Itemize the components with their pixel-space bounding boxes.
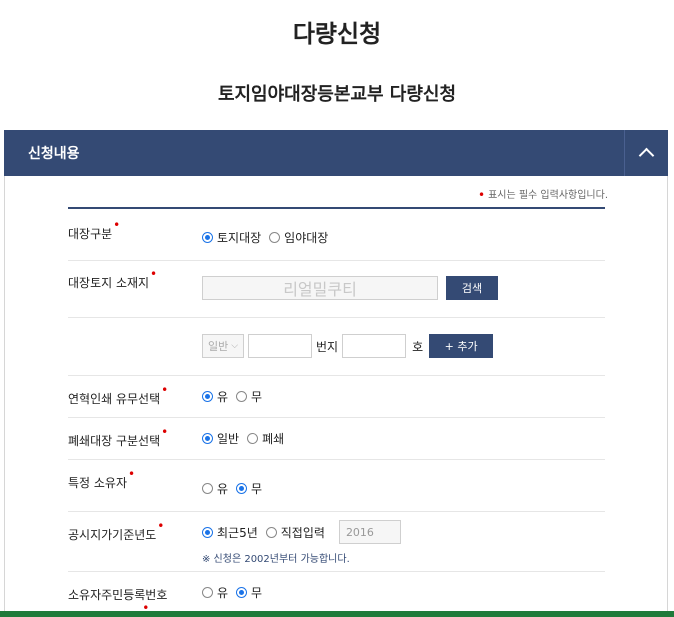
lot-type-select[interactable]: 일반 ⌵ — [202, 334, 244, 358]
radio-checked-icon — [236, 587, 248, 598]
location-input[interactable]: 리얼밀쿠티 — [202, 276, 438, 300]
label-ledger-type: 대장구분 • — [68, 218, 121, 241]
radio-option-no[interactable]: 무 — [236, 480, 262, 497]
radio-option-yes[interactable]: 유 — [202, 480, 228, 497]
radio-checked-icon — [202, 526, 213, 538]
chevron-down-icon: ⌵ — [231, 341, 239, 351]
year-hint: ※ 신청은 2002년부터 가능합니다. — [202, 554, 350, 565]
lot-number-label: 번지 — [316, 339, 339, 354]
chevron-up-icon — [638, 147, 655, 164]
add-button[interactable]: + 추가 — [429, 334, 494, 358]
page-subtitle: 토지임야대장등본교부 다량신청 — [217, 84, 457, 105]
owner-rrn-options: 유 무 — [202, 584, 270, 601]
panel-header: 신청내용 — [4, 130, 668, 176]
history-print-options: 유 무 — [202, 388, 270, 405]
radio-checked-icon — [202, 232, 213, 243]
radio-option-no[interactable]: 무 — [236, 584, 262, 601]
row-specific-owner: 특정 소유자 • 유 무 — [68, 460, 605, 512]
label-land-price-year: 공시지가기준년도 • — [68, 519, 165, 542]
radio-option-no[interactable]: 무 — [236, 388, 262, 405]
lot-controls: 일반 ⌵ 번지 호 + 추가 — [202, 334, 494, 358]
radio-option-forest[interactable]: 임야대장 — [269, 229, 328, 246]
required-dot-icon: • — [477, 188, 486, 202]
panel-title: 신청내용 — [28, 146, 80, 162]
location-controls: 리얼밀쿠티 검색 — [202, 276, 498, 300]
row-lot-number: 일반 ⌵ 번지 호 + 추가 — [68, 318, 605, 376]
radio-checked-icon — [202, 433, 213, 444]
radio-unchecked-icon — [247, 433, 259, 444]
radio-option-recent5[interactable]: 최근5년 — [202, 524, 258, 541]
main-lot-input[interactable] — [248, 334, 312, 358]
page-title: 다량신청 — [292, 20, 382, 48]
closed-ledger-options: 일반 폐쇄 — [202, 430, 292, 447]
radio-checked-icon — [236, 483, 248, 494]
ledger-type-options: 토지대장 임야대장 — [202, 229, 336, 246]
collapse-toggle[interactable] — [624, 130, 668, 176]
required-note: • 표시는 필수 입력사항입니다. — [477, 188, 608, 202]
land-price-year-options: 최근5년 직접입력 2016 — [202, 520, 401, 544]
radio-option-normal[interactable]: 일반 — [202, 430, 239, 447]
sub-lot-input[interactable] — [342, 334, 407, 358]
label-location: 대장토지 소재지 • — [68, 267, 158, 290]
label-closed-ledger: 폐쇄대장 구분선택 • — [68, 425, 169, 448]
year-input[interactable]: 2016 — [338, 520, 401, 544]
radio-option-direct[interactable]: 직접입력 — [265, 524, 325, 541]
row-location: 대장토지 소재지 • 리얼밀쿠티 검색 — [68, 261, 605, 318]
ho-label: 호 — [412, 339, 424, 354]
row-closed-ledger: 폐쇄대장 구분선택 • 일반 폐쇄 — [68, 418, 605, 460]
row-ledger-type: 대장구분 • 토지대장 임야대장 — [68, 209, 605, 261]
radio-option-land[interactable]: 토지대장 — [202, 229, 261, 246]
row-history-print: 연혁인쇄 유무선택 • 유 무 — [68, 376, 605, 418]
search-button[interactable]: 검색 — [446, 276, 498, 300]
bottom-bar — [0, 611, 674, 617]
radio-unchecked-icon — [202, 483, 213, 494]
label-specific-owner: 특정 소유자 • — [68, 467, 136, 490]
radio-option-yes[interactable]: 유 — [202, 388, 228, 405]
row-land-price-year: 공시지가기준년도 • 최근5년 직접입력 2016 ※ 신청은 2002년부터 가… — [68, 512, 605, 572]
radio-unchecked-icon — [236, 391, 248, 402]
radio-unchecked-icon — [265, 526, 277, 538]
label-history-print: 연혁인쇄 유무선택 • — [68, 383, 169, 406]
specific-owner-options: 유 무 — [202, 480, 270, 497]
radio-checked-icon — [202, 391, 213, 402]
radio-unchecked-icon — [202, 587, 213, 598]
radio-option-closed[interactable]: 폐쇄 — [247, 430, 284, 447]
radio-option-yes[interactable]: 유 — [202, 584, 228, 601]
row-owner-rrn: 소유자주민등록번호 • 유 무 — [68, 572, 605, 615]
radio-unchecked-icon — [269, 232, 281, 243]
label-owner-rrn: 소유자주민등록번호 • — [68, 588, 168, 615]
